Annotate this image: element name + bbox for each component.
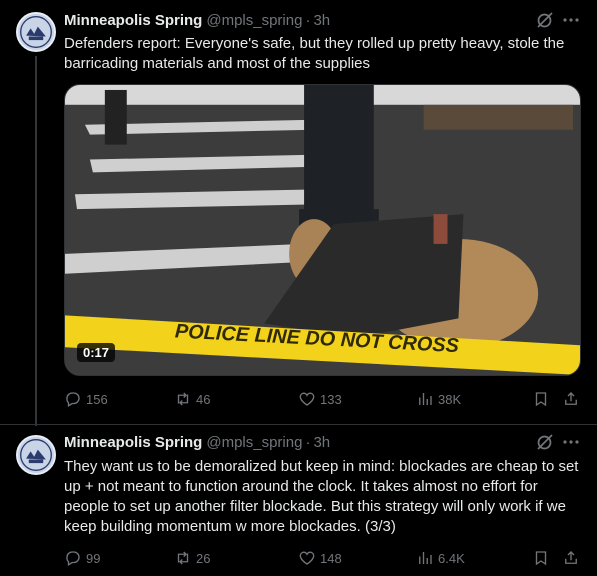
video-player[interactable]: POLICE LINE DO NOT CROSS 0:17 <box>64 84 581 376</box>
share-icon <box>565 551 577 564</box>
video-duration: 0:17 <box>77 343 116 362</box>
retweet-icon <box>177 392 189 406</box>
like-button[interactable]: 133 <box>298 389 342 409</box>
tweet-text: Defenders report: Everyone's safe, but t… <box>64 35 565 72</box>
views-icon <box>419 393 432 405</box>
like-icon <box>299 392 315 406</box>
action-bar: 99 26 148 6.4K <box>64 548 584 568</box>
avatar[interactable] <box>16 435 56 475</box>
retweet-icon <box>177 551 189 565</box>
tweet-text: They want us to be demoralized but keep … <box>64 458 579 535</box>
bookmark-icon <box>535 551 547 566</box>
reply-button[interactable]: 99 <box>64 548 100 568</box>
views-icon <box>419 552 432 564</box>
bookmark-button[interactable] <box>532 389 550 409</box>
like-count: 148 <box>320 550 342 566</box>
video-frame: POLICE LINE DO NOT CROSS <box>65 85 580 375</box>
timestamp[interactable]: 3h <box>313 12 330 29</box>
retweet-count: 46 <box>196 391 211 407</box>
tweet[interactable]: Minneapolis Spring @mpls_spring · 3h Def… <box>0 0 597 426</box>
like-icon <box>299 551 315 565</box>
handle[interactable]: @mpls_spring <box>206 12 302 29</box>
views-count: 38K <box>438 391 462 407</box>
tweet[interactable]: Minneapolis Spring @mpls_spring · 3h The… <box>0 424 597 576</box>
share-button[interactable] <box>562 389 580 409</box>
reply-icon <box>66 392 80 407</box>
like-count: 133 <box>320 391 342 407</box>
display-name[interactable]: Minneapolis Spring <box>64 12 202 29</box>
grok-icon[interactable] <box>535 432 555 452</box>
tweet-header: Minneapolis Spring @mpls_spring · 3h <box>64 10 330 30</box>
reply-button[interactable]: 156 <box>64 389 108 409</box>
avatar[interactable] <box>16 12 56 52</box>
bookmark-icon <box>535 392 547 407</box>
share-icon <box>565 392 577 405</box>
like-button[interactable]: 148 <box>298 548 342 568</box>
views-count: 6.4K <box>438 550 465 566</box>
thread-line <box>35 56 37 426</box>
separator: · <box>305 11 311 29</box>
retweet-button[interactable]: 46 <box>174 389 210 409</box>
grok-icon[interactable] <box>535 10 555 30</box>
display-name[interactable]: Minneapolis Spring <box>64 434 202 451</box>
views-button[interactable]: 6.4K <box>416 548 465 568</box>
separator: · <box>305 433 311 451</box>
views-button[interactable]: 38K <box>416 389 461 409</box>
share-button[interactable] <box>562 548 580 568</box>
reply-count: 156 <box>86 391 108 407</box>
reply-icon <box>66 551 80 566</box>
bookmark-button[interactable] <box>532 548 550 568</box>
timestamp[interactable]: 3h <box>313 434 330 451</box>
action-bar: 156 46 133 38K <box>64 389 584 409</box>
retweet-count: 26 <box>196 550 211 566</box>
more-icon[interactable] <box>561 432 581 452</box>
retweet-button[interactable]: 26 <box>174 548 210 568</box>
handle[interactable]: @mpls_spring <box>206 434 302 451</box>
more-icon[interactable] <box>561 10 581 30</box>
reply-count: 99 <box>86 550 101 566</box>
tweet-header: Minneapolis Spring @mpls_spring · 3h <box>64 432 330 452</box>
